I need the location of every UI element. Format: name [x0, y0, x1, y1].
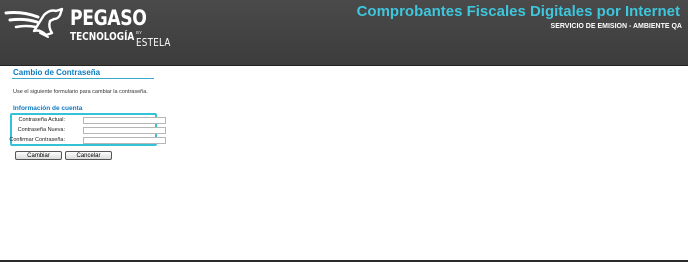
- pegaso-logo[interactable]: PEGASO TECNOLOGÍA BY ESTELA: [4, 3, 170, 63]
- logo-product-text: ESTELA: [136, 36, 171, 49]
- title-divider: [12, 78, 154, 79]
- confirm-password-label: Confirmar Contraseña:: [9, 137, 65, 143]
- environment-subtitle: SERVICIO DE EMISION - AMBIENTE QA: [550, 23, 682, 30]
- logo-brand-text: PEGASO: [70, 6, 147, 30]
- logo-by-text: BY: [136, 30, 143, 35]
- cancel-button[interactable]: Cancelar: [65, 151, 112, 160]
- logo-tagline-text: TECNOLOGÍA: [70, 31, 135, 43]
- change-password-button[interactable]: Cambiar: [15, 151, 62, 160]
- new-password-label: Contraseña Nueva:: [17, 127, 65, 133]
- new-password-input[interactable]: [83, 127, 166, 134]
- account-info-fieldset: Contraseña Actual: Contraseña Nueva: Con…: [9, 113, 166, 146]
- current-password-input[interactable]: [83, 117, 166, 124]
- app-header: PEGASO TECNOLOGÍA BY ESTELA Comprobantes…: [0, 0, 688, 66]
- section-title-account-info: Información de cuenta: [13, 105, 83, 112]
- page-title: Cambio de Contraseña: [13, 68, 101, 77]
- form-instructions: Use el siguiente formulario para cambiar…: [13, 89, 148, 95]
- pegasus-horse-icon: [4, 7, 64, 38]
- current-password-label: Contraseña Actual:: [18, 117, 65, 123]
- header-title: Comprobantes Fiscales Digitales por Inte…: [356, 3, 680, 20]
- confirm-password-input[interactable]: [83, 137, 166, 144]
